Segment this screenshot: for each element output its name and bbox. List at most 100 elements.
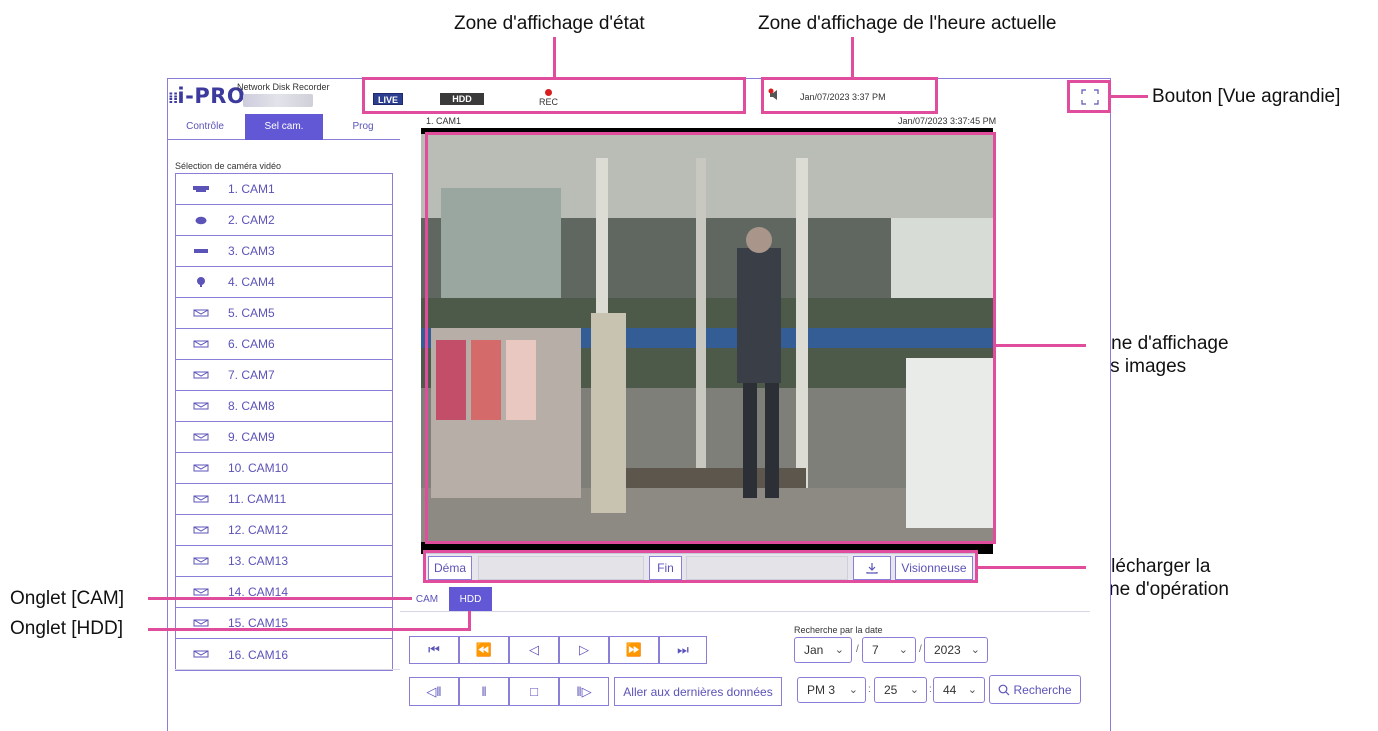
search-icon [999, 684, 1010, 695]
generic-camera-icon [190, 650, 212, 660]
camera-label: 7. CAM7 [228, 368, 275, 382]
camera-label: 8. CAM8 [228, 399, 275, 413]
image-zone-leader [996, 344, 1086, 347]
play-icon: ▷ [579, 642, 589, 657]
minute-select[interactable]: 25 ⌄ [874, 677, 927, 703]
generic-camera-icon [190, 618, 212, 628]
goto-latest-button[interactable]: Aller aux dernières données [614, 677, 782, 706]
time-zone-highlight [761, 77, 938, 114]
generic-camera-icon [190, 587, 212, 597]
fast-reverse-icon: ⏪ [475, 642, 493, 657]
camera-section-title: Sélection de caméra vidéo [175, 161, 282, 171]
stop-icon: □ [530, 684, 538, 699]
box-camera-icon [190, 184, 212, 194]
hour-select[interactable]: PM 3 ⌄ [797, 677, 866, 703]
tab-hdd[interactable]: HDD [449, 587, 492, 611]
camera-item[interactable]: 6. CAM6 [176, 329, 392, 360]
fast-reverse-button[interactable]: ⏪ [459, 636, 509, 664]
pause-icon: ‖ [481, 684, 487, 699]
camera-item[interactable]: 3. CAM3 [176, 236, 392, 267]
camera-item[interactable]: 10. CAM10 [176, 453, 392, 484]
camera-label: 11. CAM11 [228, 492, 287, 506]
date-search-title: Recherche par la date [794, 625, 883, 635]
camera-item[interactable]: 4. CAM4 [176, 267, 392, 298]
skip-to-end-button[interactable]: ⏭ [659, 636, 707, 664]
camera-item[interactable]: 9. CAM9 [176, 422, 392, 453]
stop-button[interactable]: □ [509, 677, 559, 706]
camera-label: 1. CAM1 [228, 182, 275, 196]
year-select[interactable]: 2023 ⌄ [924, 637, 988, 663]
tab-control[interactable]: Contrôle [168, 114, 242, 140]
camera-item[interactable]: 11. CAM11 [176, 484, 392, 515]
video-timestamp: Jan/07/2023 3:37:45 PM [898, 116, 997, 126]
camera-item[interactable]: 8. CAM8 [176, 391, 392, 422]
camera-item[interactable]: 7. CAM7 [176, 360, 392, 391]
skip-first-icon: ⏮ [428, 642, 440, 657]
next-frame-button[interactable]: ‖▷ [559, 677, 609, 706]
camera-label: 10. CAM10 [228, 461, 289, 475]
callout-enlarge-button: Bouton [Vue agrandie] [1152, 86, 1341, 107]
camera-label: 6. CAM6 [228, 337, 275, 351]
download-zone-highlight [423, 550, 978, 583]
image-zone-highlight [425, 132, 996, 544]
fast-forward-button[interactable]: ⏩ [609, 636, 659, 664]
generic-camera-icon [190, 525, 212, 535]
play-button[interactable]: ▷ [559, 636, 609, 664]
chevron-down-icon: ⌄ [848, 684, 858, 696]
camera-item[interactable]: 14. CAM14 [176, 577, 392, 608]
camera-item[interactable]: 16. CAM16 [176, 639, 392, 670]
ptz-camera-icon [190, 277, 212, 287]
camera-label: 2. CAM2 [228, 213, 275, 227]
search-button[interactable]: Recherche [989, 675, 1081, 704]
status-zone-leader [553, 37, 556, 78]
day-select[interactable]: 7 ⌄ [862, 637, 916, 663]
generic-camera-icon [190, 494, 212, 504]
fast-forward-icon: ⏩ [625, 642, 643, 657]
left-tab-bar: Contrôle Sel cam. Prog [168, 114, 400, 140]
second-select[interactable]: 44 ⌄ [933, 677, 985, 703]
camera-label: 12. CAM12 [228, 523, 289, 537]
enlarge-highlight [1067, 80, 1111, 113]
status-zone-highlight [362, 77, 746, 114]
tab-select-camera[interactable]: Sel cam. [245, 114, 323, 140]
skip-last-icon: ⏭ [677, 642, 689, 657]
previous-frame-button[interactable]: ◁‖ [409, 677, 459, 706]
chevron-down-icon: ⌄ [970, 644, 980, 656]
time-separator: : [868, 684, 871, 695]
camera-label: 4. CAM4 [228, 275, 275, 289]
search-label: Recherche [1013, 682, 1072, 697]
callout-time-zone: Zone d'affichage de l'heure actuelle [758, 13, 1057, 34]
camera-item[interactable]: 15. CAM15 [176, 608, 392, 639]
camera-item[interactable]: 13. CAM13 [176, 546, 392, 577]
generic-camera-icon [190, 401, 212, 411]
chevron-down-icon: ⌄ [967, 684, 977, 696]
camera-item[interactable]: 12. CAM12 [176, 515, 392, 546]
camera-item[interactable]: 5. CAM5 [176, 298, 392, 329]
month-select[interactable]: Jan ⌄ [794, 637, 852, 663]
camera-label: 16. CAM16 [228, 647, 289, 662]
tab-program[interactable]: Prog [326, 114, 400, 140]
camera-item[interactable]: 1. CAM1 [176, 174, 392, 205]
next-frame-icon: ‖▷ [576, 683, 592, 699]
camera-label: 13. CAM13 [228, 554, 289, 568]
video-camera-title: 1. CAM1 [426, 116, 462, 126]
enlarge-leader [1111, 95, 1148, 98]
camera-label: 9. CAM9 [228, 430, 275, 444]
hdd-tab-leader-h [148, 628, 471, 631]
download-zone-leader [978, 566, 1086, 569]
brand-logo: ⁞⁞i-PRO [168, 84, 246, 108]
chevron-down-icon: ⌄ [898, 644, 908, 656]
bullet-camera-icon [190, 246, 212, 256]
camera-item[interactable]: 2. CAM2 [176, 205, 392, 236]
camera-label: 3. CAM3 [228, 244, 275, 258]
date-separator: / [856, 644, 859, 655]
skip-to-start-button[interactable]: ⏮ [409, 636, 459, 664]
dome-camera-icon [190, 215, 212, 225]
tab-cam[interactable]: CAM [410, 587, 444, 611]
reverse-play-button[interactable]: ◁ [509, 636, 559, 664]
date-separator: / [919, 644, 922, 655]
playback-tab-underline [400, 611, 1090, 612]
generic-camera-icon [190, 339, 212, 349]
blurred-recorder-name [243, 94, 313, 107]
pause-button[interactable]: ‖ [459, 677, 509, 706]
